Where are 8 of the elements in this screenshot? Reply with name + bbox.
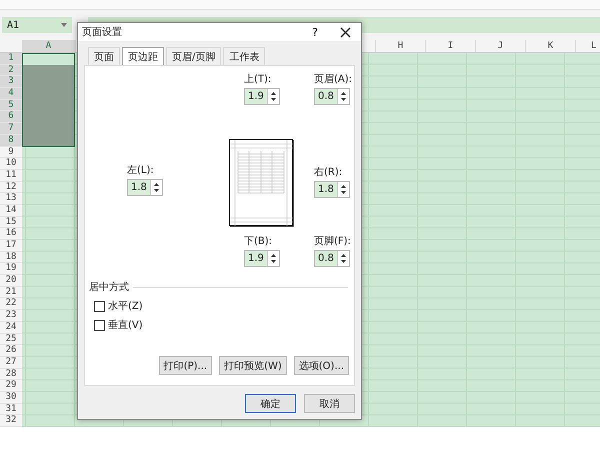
dialog-title: 页面设置 xyxy=(82,26,123,39)
margin-label: 页眉(A): xyxy=(314,74,354,86)
margin-label: 右(R): xyxy=(314,166,344,178)
margin-label: 上(T): xyxy=(244,74,272,86)
margin-label: 左(L): xyxy=(127,164,155,176)
group-title: 居中方式 xyxy=(89,280,129,294)
margin-label: 页脚(F): xyxy=(314,236,352,248)
margin-label: 下(B): xyxy=(244,236,274,248)
